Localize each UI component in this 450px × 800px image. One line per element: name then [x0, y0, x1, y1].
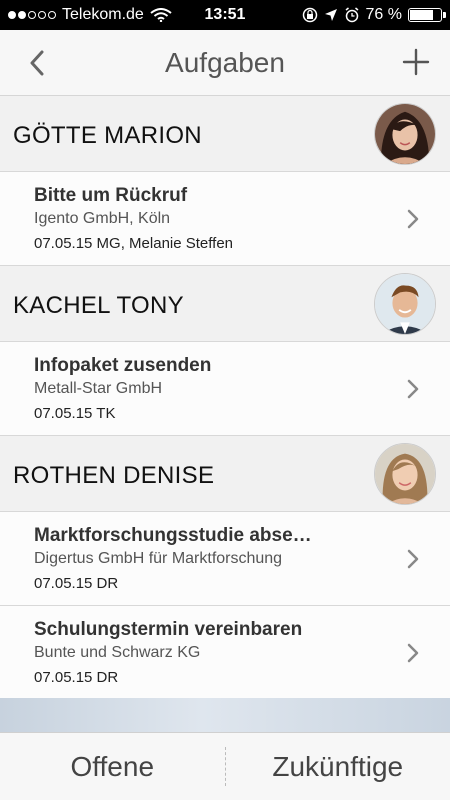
- chevron-right-icon: [407, 643, 419, 663]
- person-avatar-icon: [375, 274, 435, 334]
- background-panel: [0, 698, 450, 732]
- wifi-icon: [150, 8, 172, 22]
- chevron-left-icon: [30, 50, 44, 76]
- task-list: GÖTTE MARION Bitte um Rückruf Igento Gmb…: [0, 96, 450, 700]
- avatar: [374, 443, 436, 505]
- group-header-goette-marion: GÖTTE MARION: [0, 96, 450, 172]
- plus-icon: [402, 48, 430, 76]
- tab-future[interactable]: Zukünftige: [226, 733, 450, 800]
- chevron-right-icon: [407, 209, 419, 229]
- task-title: Marktforschungsstudie abse…: [34, 525, 312, 546]
- carrier-name: Telekom.de: [62, 6, 144, 23]
- navigation-bar: Aufgaben: [0, 30, 450, 96]
- group-header-kachel-tony: KACHEL TONY: [0, 266, 450, 342]
- group-header-rothen-denise: ROTHEN DENISE: [0, 436, 450, 512]
- task-row[interactable]: Schulungstermin vereinbaren Bunte und Sc…: [0, 606, 450, 700]
- tab-open[interactable]: Offene: [0, 733, 225, 800]
- avatar: [374, 103, 436, 165]
- page-title: Aufgaben: [165, 46, 285, 78]
- rotation-lock-icon: [302, 7, 317, 23]
- chevron-right-icon: [407, 379, 419, 399]
- task-meta: 07.05.15 DR: [34, 575, 119, 592]
- chevron-right-icon: [407, 549, 419, 569]
- alarm-clock-icon: [345, 7, 358, 23]
- add-task-button[interactable]: [398, 44, 434, 80]
- status-bar: Telekom.de 13:51 76 %: [0, 0, 450, 30]
- task-title: Schulungstermin vereinbaren: [34, 619, 303, 640]
- task-row[interactable]: Infopaket zusenden Metall-Star GmbH 07.0…: [0, 342, 450, 436]
- task-row[interactable]: Bitte um Rückruf Igento GmbH, Köln 07.05…: [0, 172, 450, 266]
- battery-icon: [408, 8, 446, 22]
- person-avatar-icon: [375, 444, 435, 504]
- group-name: KACHEL TONY: [13, 292, 184, 319]
- task-meta: 07.05.15 MG, Melanie Steffen: [34, 235, 234, 252]
- task-meta: 07.05.15 TK: [34, 405, 116, 422]
- location-arrow-icon: [324, 9, 337, 21]
- task-title: Infopaket zusenden: [34, 355, 212, 376]
- task-company: Igento GmbH, Köln: [34, 210, 171, 227]
- task-company: Metall-Star GmbH: [34, 380, 163, 397]
- group-name: ROTHEN DENISE: [13, 462, 215, 489]
- avatar: [374, 273, 436, 335]
- battery-percent: 76 %: [365, 6, 402, 23]
- group-name: GÖTTE MARION: [13, 122, 202, 149]
- task-company: Bunte und Schwarz KG: [34, 644, 201, 661]
- task-title: Bitte um Rückruf: [34, 185, 188, 206]
- task-row[interactable]: Marktforschungsstudie abse… Digertus Gmb…: [0, 512, 450, 606]
- tab-bar: Offene Zukünftige: [0, 732, 450, 800]
- task-company: Digertus GmbH für Marktforschung: [34, 550, 283, 567]
- signal-strength-icon: [8, 11, 56, 19]
- task-meta: 07.05.15 DR: [34, 669, 119, 686]
- person-avatar-icon: [375, 104, 435, 164]
- back-button[interactable]: [20, 46, 54, 80]
